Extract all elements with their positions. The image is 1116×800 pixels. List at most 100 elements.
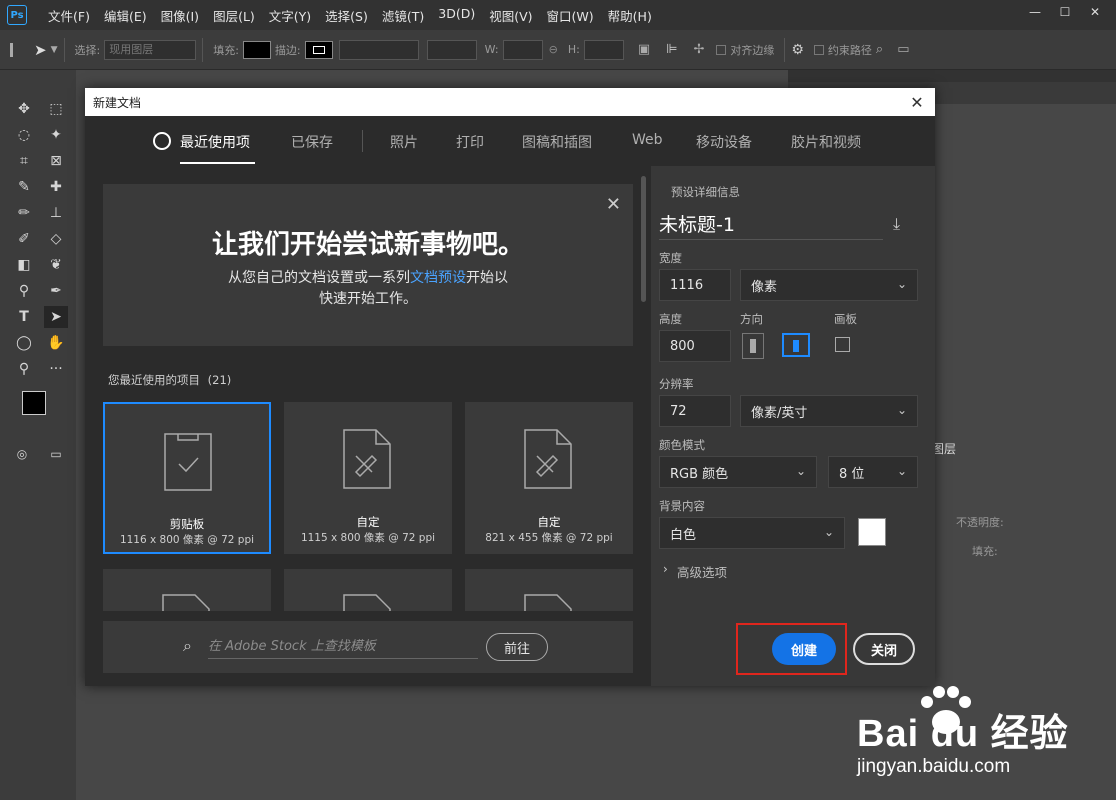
move-tool-icon[interactable]: ➤ [34, 41, 47, 59]
ellipse-icon[interactable]: ◯ [12, 332, 36, 354]
portrait-orientation-icon[interactable] [742, 333, 764, 359]
foreground-color-swatch[interactable] [22, 391, 46, 415]
tab-film-video[interactable]: 胶片和视频 [791, 132, 861, 152]
recent-card[interactable]: 自定 821 x 455 像素 @ 72 ppi [465, 402, 633, 554]
recent-label-text: 您最近使用的项目 [108, 373, 200, 387]
tab-web[interactable]: Web [632, 132, 663, 148]
recent-card[interactable] [103, 569, 271, 611]
maximize-icon[interactable]: ☐ [1050, 0, 1080, 24]
healing-brush-icon[interactable]: ✚ [44, 176, 68, 198]
eyedropper-icon[interactable]: ✎ [12, 176, 36, 198]
move-icon[interactable]: ✥ [12, 98, 36, 120]
stock-search-input[interactable]: 在 Adobe Stock 上查找模板 [208, 635, 478, 659]
minimize-icon[interactable]: — [1020, 0, 1050, 24]
chevron-right-icon[interactable]: › [663, 562, 668, 576]
width-unit-value: 像素 [751, 279, 778, 295]
dodge-icon[interactable]: ⚲ [12, 280, 36, 302]
menu-type[interactable]: 文字(Y) [262, 6, 318, 25]
crop-icon[interactable]: ⌗ [12, 150, 36, 172]
width-input[interactable]: 1116 [659, 269, 731, 301]
resolution-input[interactable]: 72 [659, 395, 731, 427]
scrollbar[interactable] [641, 176, 646, 302]
type-icon[interactable]: T [12, 306, 36, 328]
menu-help[interactable]: 帮助(H) [601, 6, 659, 25]
blur-icon[interactable]: ❦ [44, 254, 68, 276]
menu-layer[interactable]: 图层(L) [206, 6, 262, 25]
constrain-path-checkbox[interactable] [813, 44, 824, 55]
stroke-width-dropdown[interactable] [338, 39, 419, 60]
document-icon [162, 594, 210, 611]
screen-mode-icon[interactable]: ▭ [44, 443, 68, 465]
stroke-swatch[interactable] [304, 40, 333, 59]
close-icon[interactable]: ✕ [907, 92, 927, 112]
tab-art-illustration[interactable]: 图稿和插图 [522, 132, 592, 152]
recent-card[interactable]: 剪贴板 1116 x 800 像素 @ 72 ppi [103, 402, 271, 554]
path-operations-icon[interactable]: ▣ [638, 42, 650, 57]
marquee-icon[interactable]: ⬚ [44, 98, 68, 120]
recent-card[interactable] [284, 569, 452, 611]
history-brush-icon[interactable]: ✐ [12, 228, 36, 250]
close-icon[interactable]: ✕ [606, 194, 621, 215]
landscape-orientation-icon[interactable] [782, 333, 810, 357]
recent-card[interactable] [465, 569, 633, 611]
close-button[interactable]: 关闭 [853, 633, 915, 665]
menu-filter[interactable]: 滤镜(T) [375, 6, 431, 25]
frame-icon[interactable]: ⊠ [44, 150, 68, 172]
document-presets-link[interactable]: 文档预设 [410, 270, 466, 286]
go-button[interactable]: 前往 [486, 633, 548, 661]
save-preset-icon[interactable]: ⤓ [893, 214, 900, 234]
recent-card[interactable]: 自定 1115 x 800 像素 @ 72 ppi [284, 402, 452, 554]
height-input[interactable] [583, 39, 624, 60]
advanced-options-toggle[interactable]: 高级选项 [677, 562, 727, 581]
menu-file[interactable]: 文件(F) [41, 6, 97, 25]
height-input[interactable]: 800 [659, 330, 731, 362]
quick-mask-icon[interactable]: ◎ [10, 443, 34, 465]
menu-window[interactable]: 窗口(W) [540, 6, 601, 25]
bit-depth-dropdown[interactable]: 8 位 ⌄ [828, 456, 918, 488]
pen-icon[interactable]: ✒ [44, 280, 68, 302]
constrain-path-label: 约束路径 [827, 43, 872, 57]
zoom-icon[interactable]: ⚲ [12, 358, 36, 380]
resolution-unit-dropdown[interactable]: 像素/英寸 ⌄ [740, 395, 918, 427]
menu-select[interactable]: 选择(S) [318, 6, 375, 25]
menu-image[interactable]: 图像(I) [154, 6, 206, 25]
tab-print[interactable]: 打印 [456, 132, 484, 152]
color-mode-dropdown[interactable]: RGB 颜色 ⌄ [659, 456, 817, 488]
eraser-icon[interactable]: ◇ [44, 228, 68, 250]
menu-3d[interactable]: 3D(D) [431, 6, 482, 25]
chevron-down-icon[interactable]: ▼ [51, 45, 58, 55]
tab-mobile[interactable]: 移动设备 [696, 132, 752, 152]
document-name-input[interactable]: 未标题-1 [659, 210, 883, 240]
width-input[interactable] [502, 39, 543, 60]
workspace-icon[interactable]: ▭ [897, 42, 909, 57]
tab-saved[interactable]: 已保存 [291, 132, 333, 152]
magic-wand-icon[interactable]: ✦ [44, 124, 68, 146]
gradient-icon[interactable]: ◧ [12, 254, 36, 276]
hand-icon[interactable]: ✋ [44, 332, 68, 354]
more-tools-icon[interactable]: ··· [44, 358, 68, 380]
align-edges-checkbox[interactable] [716, 44, 727, 55]
layers-tab[interactable]: 图层 [932, 440, 956, 457]
gear-icon[interactable]: ⚙ [791, 42, 804, 58]
stroke-style-dropdown[interactable] [426, 39, 477, 60]
lasso-icon[interactable]: ◌ [12, 124, 36, 146]
tab-recent[interactable]: 最近使用项 [180, 132, 250, 152]
search-icon[interactable]: ⌕ [876, 42, 883, 57]
path-alignment-icon[interactable]: ⊫ [666, 42, 677, 57]
fill-swatch[interactable] [242, 40, 271, 59]
artboard-checkbox[interactable] [835, 337, 850, 352]
path-selection-icon[interactable]: ➤ [44, 306, 68, 328]
path-arrangement-icon[interactable]: ✢ [693, 42, 704, 57]
brush-icon[interactable]: ✏ [12, 202, 36, 224]
tab-photo[interactable]: 照片 [390, 132, 418, 152]
menu-edit[interactable]: 编辑(E) [97, 6, 154, 25]
menu-view[interactable]: 视图(V) [482, 6, 539, 25]
background-dropdown[interactable]: 白色 ⌄ [659, 517, 845, 549]
close-icon[interactable]: ✕ [1080, 0, 1110, 24]
width-unit-dropdown[interactable]: 像素 ⌄ [740, 269, 918, 301]
stock-search-bar: ⌕ 在 Adobe Stock 上查找模板 前往 [103, 621, 633, 673]
stamp-icon[interactable]: ⊥ [44, 202, 68, 224]
select-dropdown[interactable]: 现用图层 [104, 39, 197, 60]
background-color-swatch[interactable] [858, 518, 886, 546]
link-icon[interactable]: ⊖ [549, 43, 558, 56]
